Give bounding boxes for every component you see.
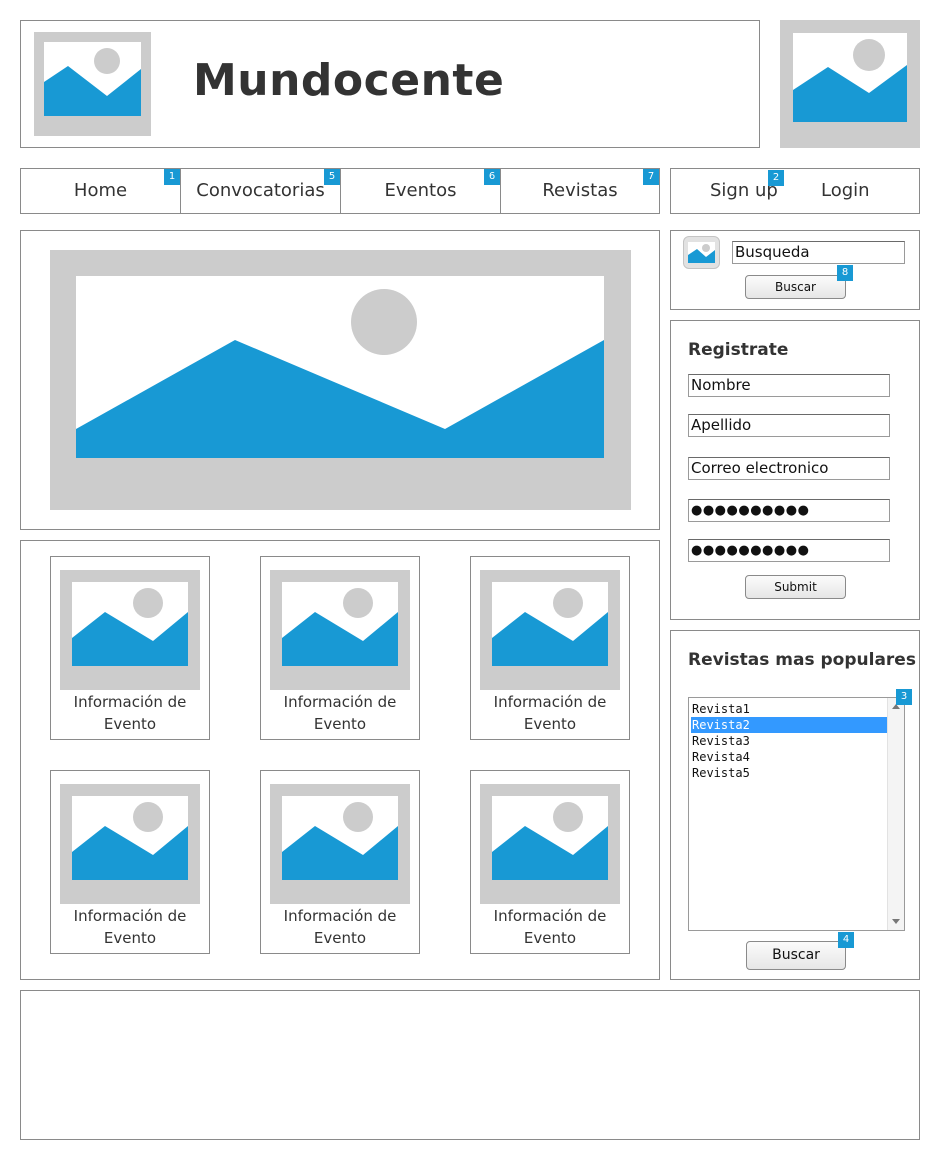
annotation-badge: 6 <box>484 169 500 185</box>
last-name-field[interactable]: Apellido <box>688 414 890 437</box>
event-image <box>270 784 410 904</box>
event-info: Información de Evento <box>283 907 397 947</box>
event-image <box>270 570 410 690</box>
image-placeholder-icon <box>492 582 608 666</box>
header-bar: Mundocente <box>20 20 760 148</box>
hero-section <box>20 230 660 530</box>
annotation-badge: 5 <box>324 169 340 185</box>
first-name-field[interactable]: Nombre <box>688 374 890 397</box>
nav-label: Revistas <box>542 180 618 201</box>
popular-heading: Revistas mas populares <box>688 650 916 670</box>
event-image <box>480 570 620 690</box>
password-confirm-field[interactable]: ●●●●●●●●●● <box>688 539 890 562</box>
image-placeholder-icon <box>76 276 604 458</box>
search-input[interactable]: Busqueda <box>732 241 905 264</box>
image-placeholder-icon <box>44 42 141 116</box>
image-placeholder-icon <box>72 796 188 880</box>
event-card[interactable]: Información de Evento <box>50 770 210 954</box>
image-placeholder-icon <box>72 582 188 666</box>
image-placeholder-icon <box>282 582 398 666</box>
event-card[interactable]: Información de Evento <box>470 770 630 954</box>
scroll-down-icon[interactable] <box>892 919 900 924</box>
search-button[interactable]: Buscar <box>745 275 846 299</box>
image-placeholder-icon <box>492 796 608 880</box>
nav-item-convocatorias[interactable]: Convocatorias 5 <box>181 169 341 213</box>
list-item[interactable]: Revista3 <box>691 733 888 749</box>
list-item[interactable]: Revista1 <box>691 701 888 717</box>
auth-nav: Sign up 2 Login <box>670 168 920 214</box>
popular-search-button[interactable]: Buscar <box>746 941 846 970</box>
event-card[interactable]: Información de Evento <box>260 770 420 954</box>
image-placeholder-icon <box>793 33 907 122</box>
email-field[interactable]: Correo electronico <box>688 457 890 480</box>
annotation-badge: 3 <box>896 689 912 705</box>
search-panel: Busqueda Buscar 8 <box>670 230 920 310</box>
list-item[interactable]: Revista5 <box>691 765 888 781</box>
nav-label: Eventos <box>384 180 457 201</box>
image-placeholder-icon <box>282 796 398 880</box>
event-info: Información de Evento <box>73 907 187 947</box>
nav-item-home[interactable]: Home 1 <box>21 169 181 213</box>
event-info: Información de Evento <box>493 907 607 947</box>
event-image <box>60 570 200 690</box>
event-image <box>60 784 200 904</box>
annotation-badge: 4 <box>838 932 854 948</box>
submit-button[interactable]: Submit <box>745 575 846 599</box>
register-heading: Registrate <box>688 340 789 360</box>
list-item[interactable]: Revista4 <box>691 749 888 765</box>
nav-label: Home <box>73 180 128 201</box>
list-item-selected[interactable]: Revista2 <box>691 717 888 733</box>
hero-image <box>50 250 631 510</box>
event-card[interactable]: Información de Evento <box>50 556 210 740</box>
events-section: Información de Evento Información de Eve… <box>20 540 660 980</box>
register-panel: Registrate Nombre Apellido Correo electr… <box>670 320 920 620</box>
annotation-badge: 7 <box>643 169 659 185</box>
password-field[interactable]: ●●●●●●●●●● <box>688 499 890 522</box>
event-info: Información de Evento <box>493 693 607 733</box>
event-card[interactable]: Información de Evento <box>470 556 630 740</box>
annotation-badge: 1 <box>164 169 180 185</box>
logo-image <box>34 32 151 136</box>
login-link[interactable]: Login <box>821 180 870 201</box>
nav-label: Convocatorias <box>196 180 325 201</box>
search-image-icon <box>683 236 720 269</box>
journal-listbox[interactable]: Revista1 Revista2 Revista3 Revista4 Revi… <box>688 697 905 931</box>
image-placeholder-icon <box>688 242 715 263</box>
popular-panel: Revistas mas populares Revista1 Revista2… <box>670 630 920 980</box>
site-title: Mundocente <box>193 55 505 106</box>
header-side-image <box>780 20 920 148</box>
annotation-badge: 8 <box>837 265 853 281</box>
event-info: Información de Evento <box>283 693 397 733</box>
event-card[interactable]: Información de Evento <box>260 556 420 740</box>
listbox-scrollbar[interactable] <box>887 698 904 930</box>
main-nav: Home 1 Convocatorias 5 Eventos 6 Revista… <box>20 168 660 214</box>
nav-item-eventos[interactable]: Eventos 6 <box>341 169 501 213</box>
footer <box>20 990 920 1140</box>
event-image <box>480 784 620 904</box>
event-info: Información de Evento <box>73 693 187 733</box>
annotation-badge: 2 <box>768 170 784 186</box>
nav-item-revistas[interactable]: Revistas 7 <box>501 169 659 213</box>
